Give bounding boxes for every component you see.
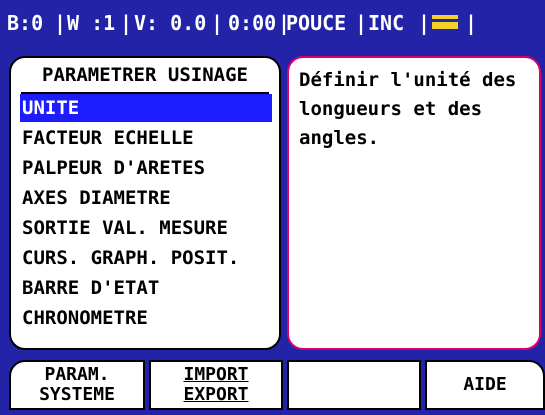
status-b: B:0 (7, 11, 44, 35)
menu-title: PARAMETRER USINAGE (42, 64, 248, 86)
battery-icon (432, 15, 458, 29)
setup-menu-panel: PARAMETRER USINAGE UNITE FACTEUR ECHELLE… (9, 56, 281, 350)
menu-item-chronometre[interactable]: CHRONOMETRE (20, 304, 272, 332)
status-time: 0:00 (228, 11, 277, 35)
status-unit: POUCE (286, 11, 347, 35)
blank-softkey[interactable] (287, 360, 421, 410)
status-separator: | (211, 11, 224, 35)
status-separator: | (355, 11, 368, 35)
import-export-softkey[interactable]: IMPORT EXPORT (149, 360, 283, 410)
aide-softkey[interactable]: AIDE (425, 360, 545, 410)
softkey-label: PARAM. (44, 364, 110, 385)
status-separator: | (465, 11, 478, 35)
softkey-label: EXPORT (183, 384, 249, 405)
menu-item-curs-graph-posit[interactable]: CURS. GRAPH. POSIT. (20, 244, 272, 272)
status-mode: INC (368, 11, 405, 35)
status-bar: B:0 | W :1 | V: 0.0 | 0:00 | POUCE | INC… (0, 0, 545, 46)
menu-item-barre-detat[interactable]: BARRE D'ETAT (20, 274, 272, 302)
status-v: V: 0.0 (134, 11, 207, 35)
softkey-label: SYSTEME (39, 384, 115, 405)
menu-item-unite[interactable]: UNITE (20, 94, 272, 122)
menu-item-sortie-val-mesure[interactable]: SORTIE VAL. MESURE (20, 214, 272, 242)
menu-item-facteur-echelle[interactable]: FACTEUR ECHELLE (20, 124, 272, 152)
softkey-label: IMPORT (183, 364, 249, 385)
softkey-label: AIDE (463, 374, 507, 395)
status-separator: | (54, 11, 67, 35)
param-systeme-softkey[interactable]: PARAM. SYSTEME (9, 360, 145, 410)
status-separator: | (120, 11, 133, 35)
help-panel: Définir l'unité des longueurs et des ang… (287, 56, 541, 350)
menu-item-axes-diametre[interactable]: AXES DIAMETRE (20, 184, 272, 212)
status-separator: | (418, 11, 431, 35)
status-w: W :1 (67, 11, 116, 35)
menu-item-palpeur-daretes[interactable]: PALPEUR D'ARETES (20, 154, 272, 182)
